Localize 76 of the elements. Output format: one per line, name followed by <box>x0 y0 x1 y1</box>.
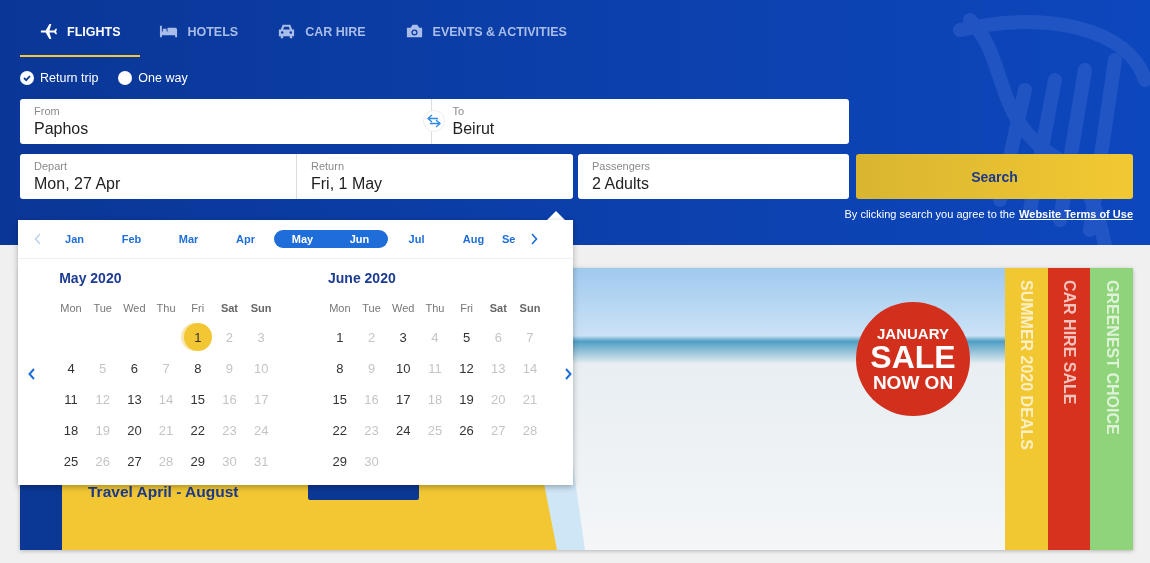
month-tab[interactable]: Jul <box>388 230 445 248</box>
banner-headline: Travel April - August <box>88 483 239 500</box>
weekday-label: Fri <box>459 302 474 316</box>
weekday-label: Thu <box>155 302 177 316</box>
weekday-label: Mon <box>59 302 83 316</box>
calendar-day[interactable]: 5 <box>450 322 483 353</box>
month-tab[interactable]: Apr <box>217 230 274 248</box>
calendar-day[interactable]: 29 <box>324 446 356 477</box>
weekday-label: Sat <box>219 302 240 316</box>
weekday-label: Fri <box>190 302 206 316</box>
radio-button[interactable] <box>118 71 133 85</box>
weekday-label: Sat <box>488 302 508 316</box>
weekday-label: Sun <box>249 302 273 316</box>
nav-tab[interactable]: HOTELS <box>140 18 259 57</box>
calendar-day[interactable]: 20 <box>118 415 151 446</box>
calendar-day[interactable]: 12 <box>450 353 483 384</box>
calendar-day[interactable]: 22 <box>181 415 214 446</box>
month-tab[interactable]: Jun <box>331 230 388 248</box>
calendar-day[interactable]: 13 <box>118 384 151 415</box>
calendar-day[interactable]: 1 <box>183 323 212 351</box>
terms-link[interactable]: Website Terms of Use <box>1019 208 1133 220</box>
calendar-day[interactable]: 8 <box>181 353 214 384</box>
weekday-label: Tue <box>92 302 113 316</box>
weekday-label: Tue <box>361 302 382 316</box>
month-title: May 2020 <box>59 270 123 288</box>
to-field[interactable]: To Beirut <box>431 99 849 144</box>
month-title: June 2020 <box>328 270 397 288</box>
plane-icon <box>39 22 58 41</box>
calendar-day[interactable]: 4 <box>55 353 87 384</box>
calendar-day[interactable]: 17 <box>387 384 420 415</box>
calendar-day[interactable]: 19 <box>450 384 483 415</box>
search-button[interactable]: Search <box>856 154 1133 199</box>
weekday-label: Mon <box>328 302 352 316</box>
weekday-label: Sun <box>518 302 542 316</box>
chevron-right-icon <box>530 233 538 245</box>
calendar-day[interactable]: 27 <box>118 446 151 477</box>
nav-tab[interactable]: FLIGHTS <box>20 18 141 57</box>
nav-tab[interactable]: CAR HIRE <box>258 18 386 57</box>
car-icon <box>277 22 297 41</box>
ribbon-tab[interactable]: CAR HIRE SALE <box>1047 268 1091 550</box>
passengers-field[interactable]: Passengers 2 Adults <box>578 154 849 199</box>
radio-label: Return trip <box>40 71 99 85</box>
depart-field[interactable]: Depart Mon, 27 Apr <box>20 154 297 199</box>
check-icon <box>22 73 32 83</box>
terms-text: By clicking search you agree to the <box>844 208 1016 220</box>
month-tab[interactable]: May <box>274 230 331 248</box>
calendar-day[interactable]: 3 <box>387 322 420 353</box>
calendar-day[interactable]: 10 <box>387 353 420 384</box>
weekday-label: Thu <box>424 302 446 316</box>
month-tab[interactable]: Aug <box>445 230 502 248</box>
weekday-label: Wed <box>122 302 147 316</box>
month-tab[interactable]: Jan <box>46 230 103 248</box>
month-tab[interactable]: Feb <box>103 230 160 248</box>
chevron-left-icon <box>28 367 37 380</box>
calendar-day[interactable]: 29 <box>181 446 214 477</box>
calendar-day[interactable]: 15 <box>181 384 214 415</box>
calendar-day[interactable]: 8 <box>324 353 356 384</box>
from-field[interactable]: From Paphos <box>20 99 432 144</box>
calendar-day[interactable]: 11 <box>55 384 87 415</box>
chevron-left-icon <box>34 233 42 245</box>
calendar-day[interactable]: 26 <box>450 415 483 446</box>
weekday-label: Wed <box>391 302 416 316</box>
radio-label: One way <box>138 71 188 85</box>
calendar-day[interactable]: 18 <box>55 415 87 446</box>
calendar-day[interactable]: 22 <box>324 415 356 446</box>
calendar-day[interactable]: 1 <box>324 322 356 353</box>
calendar-day[interactable]: 24 <box>387 415 420 446</box>
radio-button[interactable] <box>20 71 34 85</box>
calendar-day[interactable]: 25 <box>55 446 87 477</box>
return-field[interactable]: Return Fri, 1 May <box>297 154 573 199</box>
nav-tab[interactable]: EVENTS & ACTIVITIES <box>385 18 587 57</box>
calendar-day[interactable]: 6 <box>118 353 151 384</box>
month-tab[interactable]: Se <box>502 230 526 248</box>
calendar-day[interactable]: 15 <box>324 384 356 415</box>
chevron-right-icon <box>563 367 572 380</box>
month-tab[interactable]: Mar <box>160 230 217 248</box>
